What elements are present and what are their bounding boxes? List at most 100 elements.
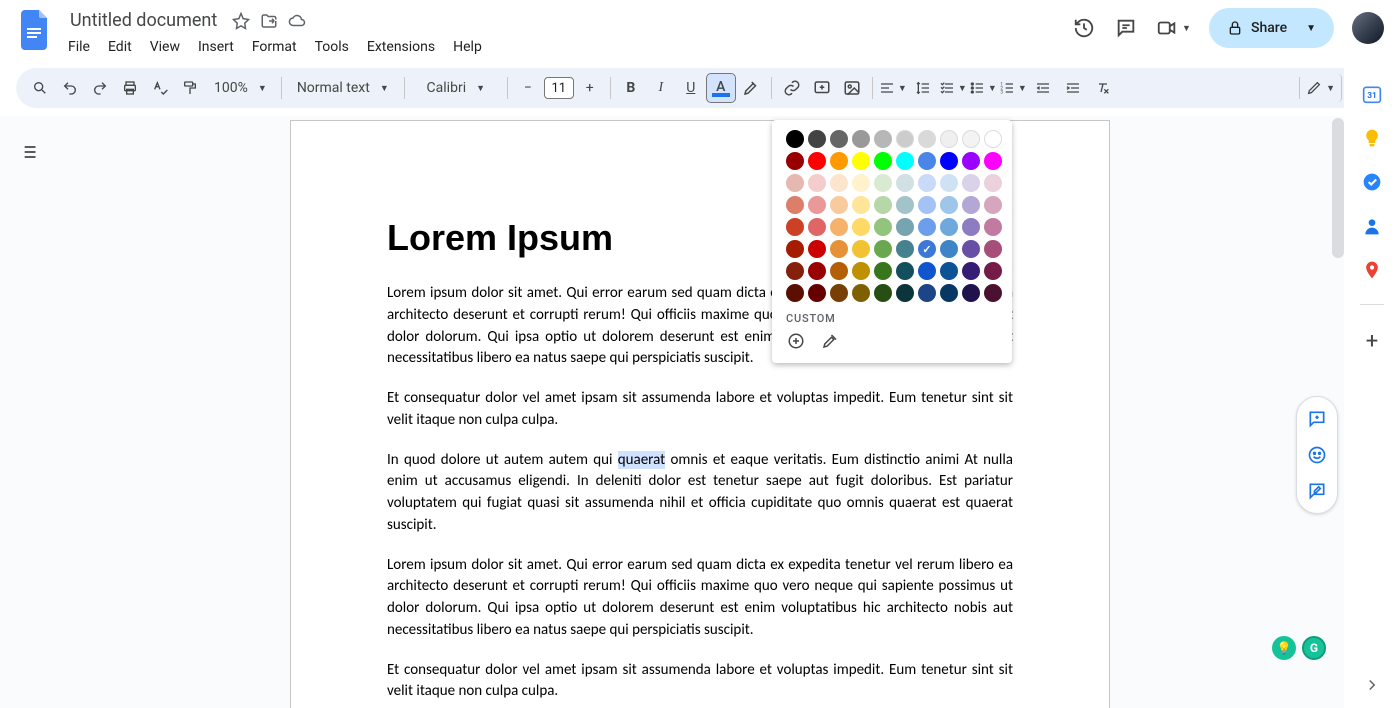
color-swatch[interactable] xyxy=(808,152,826,170)
share-button[interactable]: Share ▼ xyxy=(1209,8,1334,48)
menu-format[interactable]: Format xyxy=(244,35,305,59)
color-swatch[interactable] xyxy=(962,240,980,258)
menu-help[interactable]: Help xyxy=(445,35,490,59)
color-swatch[interactable] xyxy=(940,262,958,280)
color-swatch[interactable] xyxy=(874,152,892,170)
color-swatch[interactable] xyxy=(940,152,958,170)
font-select[interactable]: Calibri▼ xyxy=(411,74,501,102)
color-swatch[interactable] xyxy=(984,152,1002,170)
color-swatch[interactable] xyxy=(852,152,870,170)
search-menu-icon[interactable] xyxy=(26,74,54,102)
redo-icon[interactable] xyxy=(86,74,114,102)
cloud-status-icon[interactable] xyxy=(287,11,307,31)
color-swatch[interactable] xyxy=(940,130,958,148)
color-swatch[interactable] xyxy=(918,196,936,214)
menu-tools[interactable]: Tools xyxy=(307,35,357,59)
move-icon[interactable] xyxy=(259,11,279,31)
menu-file[interactable]: File xyxy=(60,35,98,59)
color-swatch[interactable] xyxy=(786,196,804,214)
grammarly-widget[interactable]: 💡 G xyxy=(1272,636,1326,660)
color-swatch[interactable] xyxy=(808,130,826,148)
color-swatch[interactable] xyxy=(896,196,914,214)
color-swatch[interactable] xyxy=(874,262,892,280)
share-caret-icon[interactable]: ▼ xyxy=(1295,23,1326,34)
menu-insert[interactable]: Insert xyxy=(190,35,242,59)
color-swatch[interactable] xyxy=(808,218,826,236)
color-swatch[interactable] xyxy=(830,240,848,258)
scrollbar-thumb[interactable] xyxy=(1332,118,1344,258)
add-custom-color-icon[interactable] xyxy=(786,331,806,351)
underline-button[interactable]: U xyxy=(677,74,705,102)
color-swatch[interactable] xyxy=(830,130,848,148)
vertical-scrollbar[interactable] xyxy=(1332,118,1344,268)
paragraph-style-select[interactable]: Normal text▼ xyxy=(288,74,398,102)
color-swatch[interactable] xyxy=(874,218,892,236)
color-swatch[interactable] xyxy=(962,174,980,192)
font-size-decrease[interactable]: − xyxy=(514,74,542,102)
color-swatch[interactable] xyxy=(874,174,892,192)
color-swatch[interactable] xyxy=(984,218,1002,236)
bold-button[interactable]: B xyxy=(617,74,645,102)
color-swatch[interactable] xyxy=(852,196,870,214)
color-swatch[interactable] xyxy=(918,130,936,148)
color-swatch[interactable] xyxy=(874,284,892,302)
undo-icon[interactable] xyxy=(56,74,84,102)
star-icon[interactable] xyxy=(231,11,251,31)
color-swatch[interactable] xyxy=(786,218,804,236)
color-swatch[interactable] xyxy=(962,196,980,214)
color-swatch[interactable] xyxy=(940,174,958,192)
color-swatch[interactable] xyxy=(786,152,804,170)
maps-app-icon[interactable] xyxy=(1362,260,1382,280)
color-swatch[interactable] xyxy=(830,218,848,236)
color-swatch[interactable] xyxy=(852,240,870,258)
color-swatch[interactable] xyxy=(786,262,804,280)
comments-icon[interactable] xyxy=(1114,16,1138,40)
color-swatch[interactable] xyxy=(874,240,892,258)
calendar-app-icon[interactable]: 31 xyxy=(1362,84,1382,104)
color-swatch[interactable] xyxy=(830,152,848,170)
color-swatch[interactable] xyxy=(874,130,892,148)
color-swatch[interactable] xyxy=(896,240,914,258)
color-swatch[interactable] xyxy=(940,196,958,214)
color-swatch[interactable] xyxy=(918,174,936,192)
color-swatch[interactable] xyxy=(808,240,826,258)
color-swatch[interactable] xyxy=(984,196,1002,214)
color-swatch[interactable] xyxy=(918,152,936,170)
color-swatch[interactable] xyxy=(918,262,936,280)
editing-mode-select[interactable]: ▼ xyxy=(1306,74,1342,102)
grammarly-logo-icon[interactable]: G xyxy=(1302,636,1326,660)
insert-link-icon[interactable] xyxy=(778,74,806,102)
color-swatch[interactable] xyxy=(918,284,936,302)
menu-extensions[interactable]: Extensions xyxy=(359,35,443,59)
color-swatch[interactable] xyxy=(808,284,826,302)
tasks-app-icon[interactable] xyxy=(1362,172,1382,192)
spellcheck-icon[interactable] xyxy=(146,74,174,102)
color-swatch[interactable] xyxy=(808,174,826,192)
zoom-select[interactable]: 100%▼ xyxy=(206,74,275,102)
color-swatch[interactable] xyxy=(852,262,870,280)
highlight-color-button[interactable] xyxy=(737,74,765,102)
color-swatch[interactable] xyxy=(808,196,826,214)
outline-toggle-icon[interactable] xyxy=(14,138,42,166)
color-swatch[interactable] xyxy=(940,284,958,302)
history-icon[interactable] xyxy=(1072,16,1096,40)
clear-formatting-icon[interactable] xyxy=(1089,74,1117,102)
color-swatch[interactable] xyxy=(984,262,1002,280)
add-comment-icon[interactable] xyxy=(808,74,836,102)
print-icon[interactable] xyxy=(116,74,144,102)
add-comment-bubble-icon[interactable] xyxy=(1301,403,1333,435)
add-reaction-bubble-icon[interactable] xyxy=(1301,439,1333,471)
color-swatch[interactable] xyxy=(896,152,914,170)
align-select[interactable]: ▼ xyxy=(879,74,907,102)
suggest-edits-bubble-icon[interactable] xyxy=(1301,475,1333,507)
color-swatch[interactable] xyxy=(896,174,914,192)
contacts-app-icon[interactable] xyxy=(1362,216,1382,236)
docs-logo[interactable] xyxy=(16,10,56,50)
meet-icon[interactable]: ▼ xyxy=(1156,16,1191,40)
color-swatch[interactable] xyxy=(830,174,848,192)
menu-view[interactable]: View xyxy=(142,35,188,59)
line-spacing-icon[interactable] xyxy=(909,74,937,102)
doc-title[interactable]: Untitled document xyxy=(64,8,223,33)
color-swatch[interactable] xyxy=(984,284,1002,302)
color-swatch[interactable] xyxy=(918,240,936,258)
